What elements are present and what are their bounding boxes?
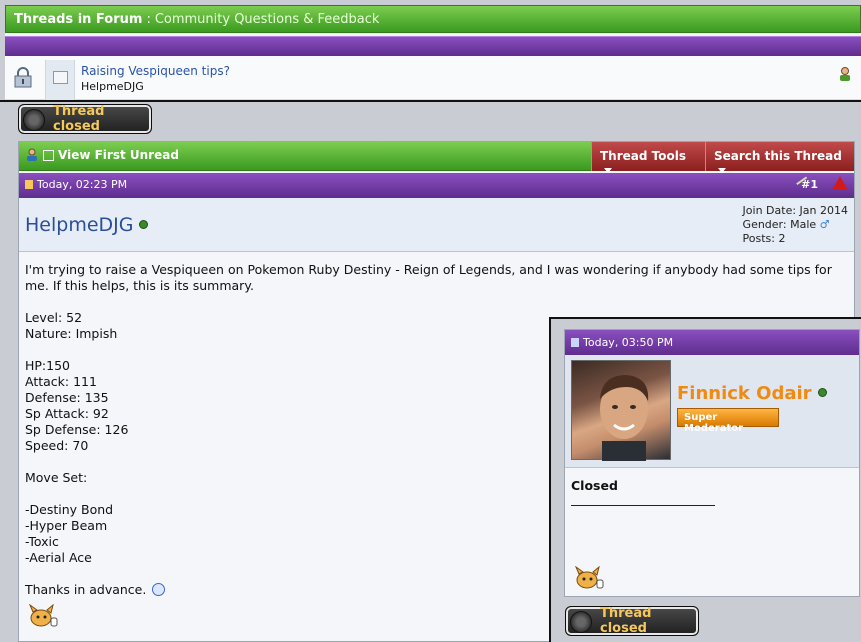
user-icon[interactable] [837, 66, 853, 82]
gender: Gender: Male [742, 218, 817, 231]
thread-closed-button[interactable]: Thread closed [18, 104, 152, 134]
forum-divider-bar [5, 36, 861, 56]
document-icon [53, 71, 68, 84]
thread-row[interactable]: Raising Vespiqueen tips? HelpmeDJG [5, 56, 861, 100]
thread-closed-label-bottom: Thread closed [600, 606, 652, 636]
post-icon [571, 338, 579, 347]
user-icon [27, 148, 37, 161]
mod-post-header: Today, 03:50 PM [565, 330, 859, 355]
reply-overlay-panel: Today, 03:50 PM Finnick Odair Super Mode… [549, 317, 861, 642]
thread-tools-button[interactable]: Thread Tools [591, 142, 705, 173]
pokemon-sprite-icon [575, 566, 604, 589]
mod-username[interactable]: Finnick Odair [677, 383, 827, 404]
mod-post-text: Closed [571, 478, 618, 493]
smiley-icon [152, 583, 166, 596]
lock-icon [14, 67, 32, 88]
report-icon[interactable] [832, 176, 848, 190]
forum-panel: Threads in Forum: Community Questions & F… [5, 5, 861, 101]
post-icon [25, 180, 33, 189]
disc-icon [23, 109, 45, 131]
thread-tools-label: Thread Tools [600, 149, 686, 163]
mod-post-body: Closed [565, 468, 859, 516]
post-timestamp: Today, 02:23 PM [37, 178, 128, 191]
thread-author[interactable]: HelpmeDJG [81, 80, 144, 93]
thread-toolbar: View First Unread Thread Tools Search th… [19, 142, 854, 173]
avatar[interactable] [571, 360, 671, 461]
thread-closed-label: Thread closed [53, 104, 105, 134]
forum-name[interactable]: Community Questions & Feedback [155, 12, 380, 27]
search-thread-label: Search this Thread [714, 149, 842, 163]
male-icon: ♂ [819, 218, 830, 231]
forum-header: Threads in Forum: Community Questions & F… [5, 5, 861, 33]
thread-title-link[interactable]: Raising Vespiqueen tips? [81, 64, 230, 78]
user-meta: Join Date: Jan 2014 Gender: Male ♂ Posts… [743, 204, 848, 246]
post-user-info: HelpmeDJG Join Date: Jan 2014 Gender: Ma… [19, 198, 854, 252]
gender-row: Gender: Male ♂ [743, 218, 848, 232]
mod-post-timestamp: Today, 03:50 PM [583, 336, 674, 349]
forum-separator: : [146, 12, 151, 27]
mod-user-info: Finnick Odair Super Moderator [565, 355, 859, 468]
post-username-text: HelpmeDJG [25, 214, 134, 236]
forum-label: Threads in Forum [14, 12, 143, 27]
mod-username-text: Finnick Odair [677, 383, 812, 404]
online-status-icon [817, 388, 827, 397]
disc-icon [570, 611, 592, 633]
checkbox-icon [43, 149, 54, 161]
view-first-unread-label: View First Unread [58, 148, 179, 162]
online-status-icon [139, 220, 149, 229]
moderator-post: Today, 03:50 PM Finnick Odair Super Mode… [564, 329, 860, 597]
thread-closed-button-bottom[interactable]: Thread closed [565, 606, 699, 636]
rank-badge: Super Moderator [677, 408, 779, 434]
post-number-link[interactable]: #1 [801, 178, 818, 191]
search-thread-button[interactable]: Search this Thread [705, 142, 854, 173]
view-first-unread-link[interactable]: View First Unread [25, 148, 179, 162]
signature-divider [571, 505, 715, 506]
post-closing: Thanks in advance. [25, 582, 147, 597]
post-username[interactable]: HelpmeDJG [25, 214, 149, 236]
pokemon-sprite-icon [29, 604, 58, 627]
screenshot-divider-line [0, 100, 861, 102]
avatar-portrait-icon [600, 375, 649, 461]
post-header: Today, 02:23 PM #1 [19, 173, 854, 198]
thread-status-icon [45, 60, 75, 100]
post-count: Posts: 2 [742, 232, 786, 245]
join-date: Join Date: Jan 2014 [742, 204, 848, 217]
